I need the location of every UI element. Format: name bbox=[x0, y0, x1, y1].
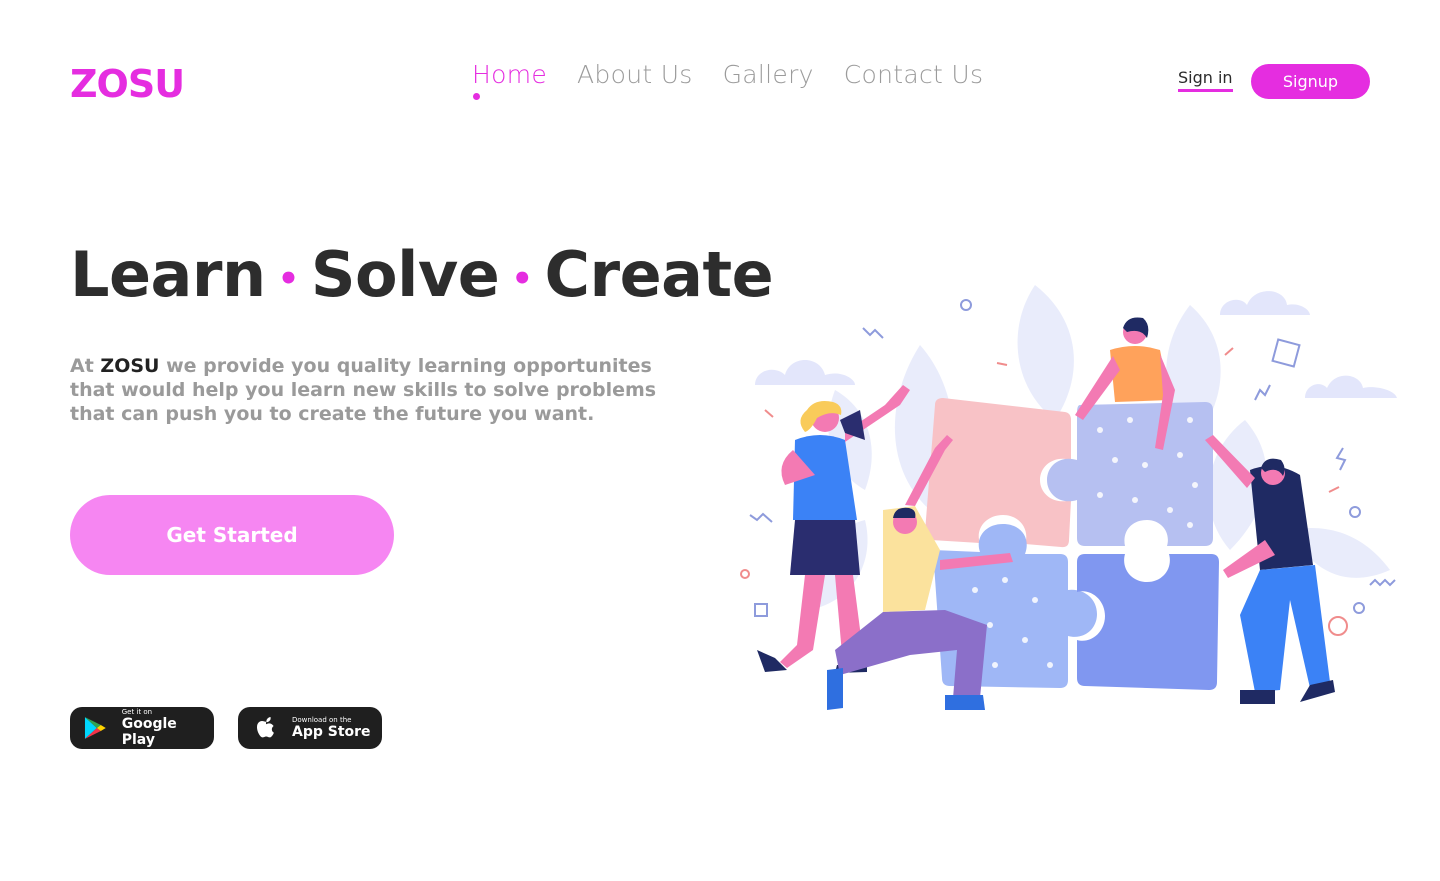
google-play-icon bbox=[84, 717, 106, 739]
title-separator: • bbox=[511, 258, 533, 299]
google-play-text: Get it on Google Play bbox=[122, 708, 214, 748]
google-play-badge[interactable]: Get it on Google Play bbox=[70, 707, 214, 749]
nav-item-home[interactable]: Home bbox=[472, 60, 547, 100]
hero-word-solve: Solve bbox=[310, 238, 500, 311]
desc-prefix: At bbox=[70, 355, 94, 377]
google-play-small-label: Get it on bbox=[121, 708, 153, 716]
app-store-small-label: Download on the bbox=[292, 716, 352, 724]
get-started-button[interactable]: Get Started bbox=[70, 495, 394, 575]
hero-description: At ZOSU we provide you quality learning … bbox=[70, 354, 690, 426]
main-nav: Home About Us Gallery Contact Us bbox=[472, 60, 1013, 100]
desc-brand: ZOSU bbox=[100, 355, 160, 377]
google-play-big-label: Google Play bbox=[121, 716, 177, 748]
sign-in-link[interactable]: Sign in bbox=[1178, 68, 1233, 92]
nav-item-gallery[interactable]: Gallery bbox=[723, 60, 814, 89]
app-store-text: Download on the App Store bbox=[292, 716, 371, 740]
hero-word-learn: Learn bbox=[70, 238, 266, 311]
logo[interactable]: ZOSU bbox=[70, 62, 185, 106]
apple-icon bbox=[257, 717, 274, 738]
clouds bbox=[755, 291, 1397, 398]
signup-button[interactable]: Signup bbox=[1251, 64, 1370, 99]
title-separator: • bbox=[277, 258, 300, 299]
app-store-badge[interactable]: Download on the App Store bbox=[238, 707, 382, 749]
nav-item-contact-us[interactable]: Contact Us bbox=[844, 60, 984, 89]
app-store-big-label: App Store bbox=[292, 724, 371, 740]
teamwork-puzzle-illustration bbox=[740, 285, 1397, 710]
puzzle-piece-periwinkle bbox=[1077, 554, 1219, 690]
nav-item-about-us[interactable]: About Us bbox=[577, 60, 693, 89]
hero-title: Learn • Solve • Create bbox=[70, 238, 774, 311]
